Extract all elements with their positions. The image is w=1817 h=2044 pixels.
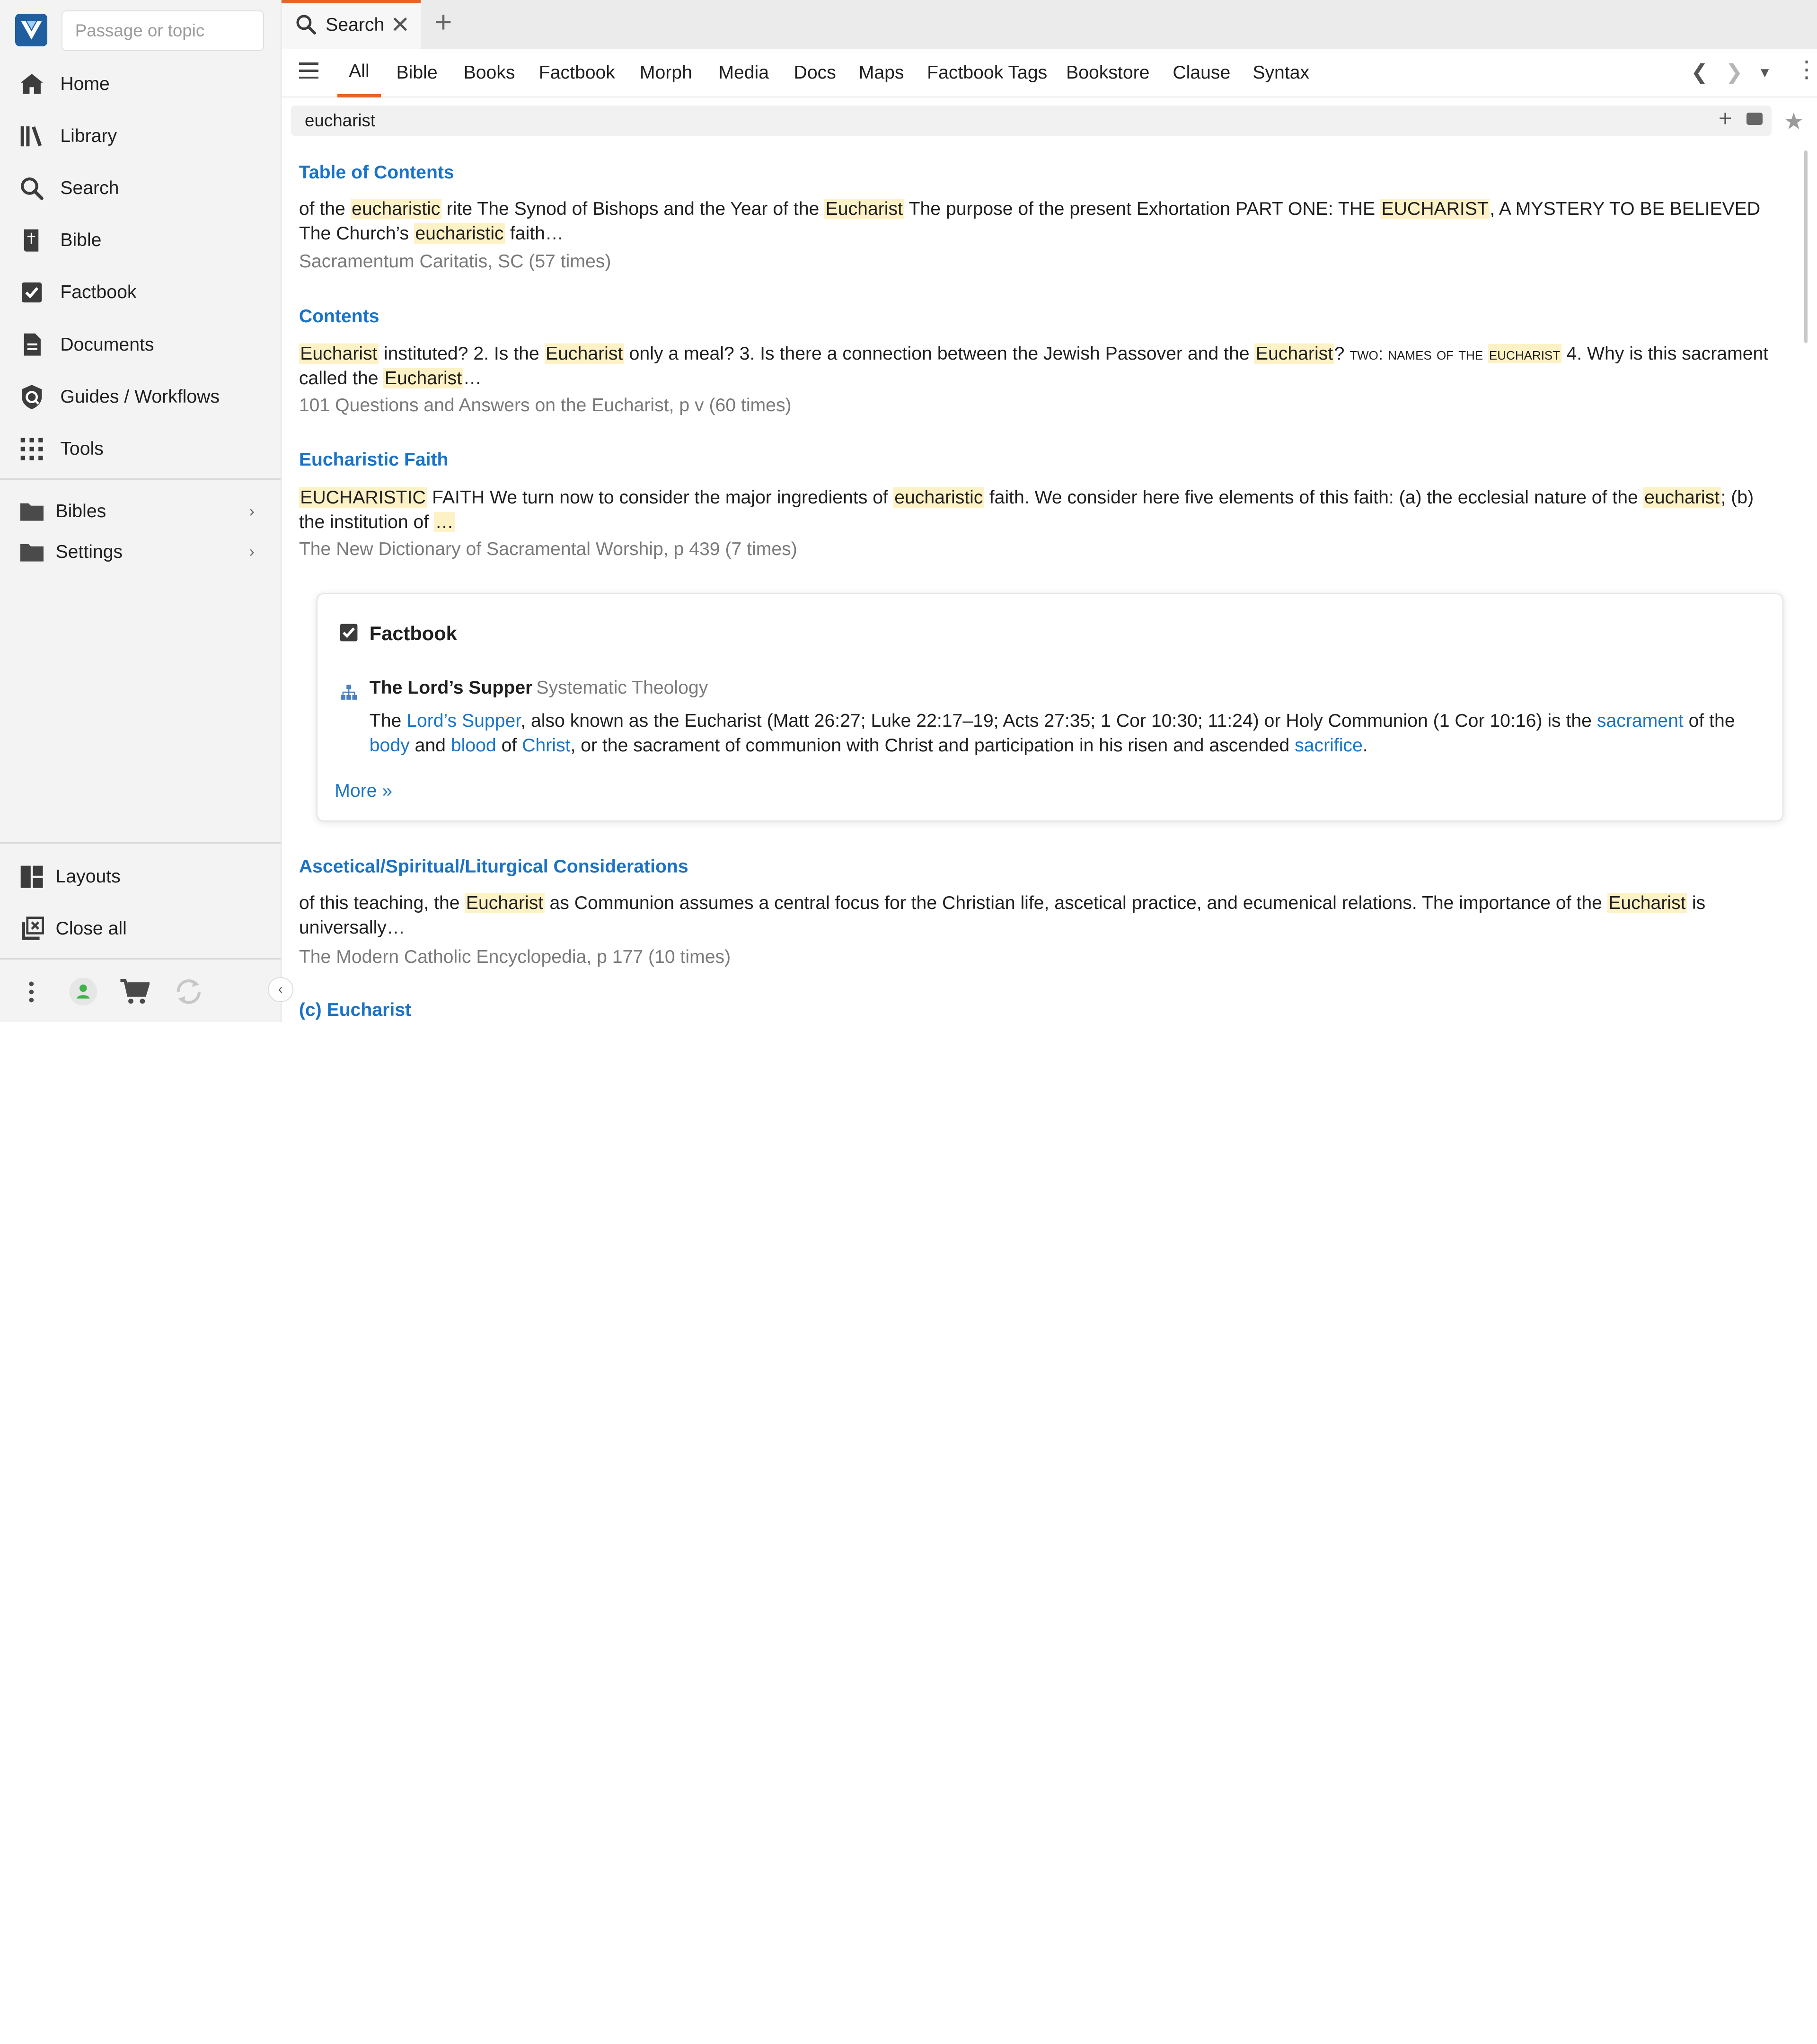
- home-icon: [18, 70, 45, 97]
- body-link[interactable]: body: [370, 735, 410, 756]
- result-title[interactable]: Contents: [299, 306, 379, 327]
- layouts-icon: [18, 863, 45, 890]
- factbook-header: Factbook: [369, 622, 457, 644]
- folder-bibles[interactable]: Bibles ›: [0, 491, 281, 532]
- factbook-more-link[interactable]: More »: [335, 781, 392, 802]
- folder-settings-label: Settings: [55, 541, 123, 562]
- result-source[interactable]: Sacramentum Caritatis, SC (57 times): [299, 251, 611, 272]
- nav-documents-label: Documents: [60, 334, 154, 355]
- sacrifice-link[interactable]: sacrifice: [1295, 735, 1363, 756]
- folder-bibles-label: Bibles: [55, 501, 106, 522]
- factbook-icon: [338, 622, 359, 643]
- result-snippet: of this teaching, the Eucharist as Commu…: [299, 893, 1706, 938]
- factbook-entry-title[interactable]: The Lord’s Supper: [370, 678, 533, 698]
- nav-tools[interactable]: Tools: [0, 423, 281, 475]
- nav-layouts[interactable]: Layouts: [0, 851, 281, 903]
- nav-guides-label: Guides / Workflows: [60, 386, 220, 407]
- more-menu-icon[interactable]: [15, 976, 48, 1008]
- nav-close-all-label: Close all: [55, 918, 127, 939]
- sync-icon[interactable]: [173, 976, 205, 1008]
- results-list: Table of Contents of the eucharistic rit…: [299, 0, 1794, 1022]
- nav-guides[interactable]: Guides / Workflows: [0, 371, 281, 423]
- christ-link[interactable]: Christ: [522, 735, 570, 756]
- chevron-right-icon: ›: [249, 502, 255, 520]
- factbook-entry-category: Systematic Theology: [536, 678, 708, 698]
- folder-icon: [18, 498, 45, 525]
- app-logo[interactable]: [15, 14, 48, 46]
- nav-bible[interactable]: Bible: [0, 214, 281, 266]
- search-icon: [18, 175, 45, 202]
- nav-search-label: Search: [60, 177, 119, 198]
- folder-settings[interactable]: Settings ›: [0, 532, 281, 573]
- result-source[interactable]: The Modern Catholic Encyclopedia, p 177 …: [299, 947, 731, 968]
- nav-documents[interactable]: Documents: [0, 318, 281, 370]
- factbook-entry-text: The Lord’s Supper, also known as the Euc…: [369, 711, 1735, 756]
- result-title[interactable]: Ascetical/Spiritual/Liturgical Considera…: [299, 856, 688, 877]
- result-snippet: of the eucharistic rite The Synod of Bis…: [299, 199, 1761, 244]
- collapse-sidebar-button[interactable]: ‹: [267, 977, 293, 1003]
- logo-mark-icon: [21, 21, 42, 40]
- main-panel: Search ✕ + All Bible Books Factbook Morp…: [282, 0, 1817, 1022]
- result-snippet: EUCHARISTIC FAITH We turn now to conside…: [299, 487, 1754, 532]
- nav-tools-label: Tools: [60, 438, 104, 459]
- tools-icon: [18, 436, 45, 462]
- sacrament-link[interactable]: sacrament: [1597, 711, 1684, 731]
- nav-library[interactable]: Library: [0, 110, 281, 162]
- nav-close-all[interactable]: Close all: [0, 903, 281, 955]
- nav-factbook-label: Factbook: [60, 282, 137, 303]
- nav-home[interactable]: Home: [0, 58, 281, 110]
- result-source[interactable]: 101 Questions and Answers on the Euchari…: [299, 395, 792, 416]
- user-status-icon[interactable]: [67, 976, 100, 1008]
- nav-layouts-label: Layouts: [55, 866, 121, 887]
- nav-factbook[interactable]: Factbook: [0, 266, 281, 318]
- cart-icon[interactable]: [118, 976, 151, 1008]
- nav-bible-label: Bible: [60, 230, 102, 251]
- sidebar-divider: [0, 478, 281, 480]
- panel-menu-icon[interactable]: ⋮: [1795, 56, 1817, 83]
- app-window: Home Library Search Bible Factbook Docum…: [0, 0, 1817, 1022]
- bible-icon: [18, 227, 45, 254]
- result-source[interactable]: The New Dictionary of Sacramental Worshi…: [299, 539, 797, 560]
- result-title[interactable]: Table of Contents: [299, 162, 454, 183]
- chevron-right-icon: ›: [249, 543, 255, 561]
- lords-supper-link[interactable]: Lord’s Supper: [406, 711, 520, 731]
- sidebar-divider: [0, 958, 281, 960]
- nav-search[interactable]: Search: [0, 162, 281, 214]
- blood-link[interactable]: blood: [451, 735, 496, 756]
- library-icon: [18, 123, 45, 150]
- passage-input[interactable]: [61, 10, 265, 51]
- guides-icon: [18, 384, 45, 410]
- sidebar: Home Library Search Bible Factbook Docum…: [0, 0, 293, 1022]
- documents-icon: [18, 331, 45, 358]
- folder-icon: [18, 539, 45, 565]
- nav-library-label: Library: [60, 125, 117, 146]
- factbook-icon: [18, 279, 45, 306]
- close-all-icon: [18, 916, 45, 942]
- results-scrollbar[interactable]: [1804, 150, 1808, 343]
- topic-hierarchy-icon: [340, 684, 357, 701]
- factbook-card: Factbook The Lord’s Supper Systematic Th…: [316, 593, 1783, 822]
- sidebar-divider: [0, 842, 281, 844]
- nav-home-label: Home: [60, 73, 110, 94]
- result-title[interactable]: (c) Eucharist: [299, 1000, 411, 1021]
- result-title[interactable]: Eucharistic Faith: [299, 449, 449, 470]
- result-snippet: Eucharist instituted? 2. Is the Eucharis…: [299, 344, 1769, 388]
